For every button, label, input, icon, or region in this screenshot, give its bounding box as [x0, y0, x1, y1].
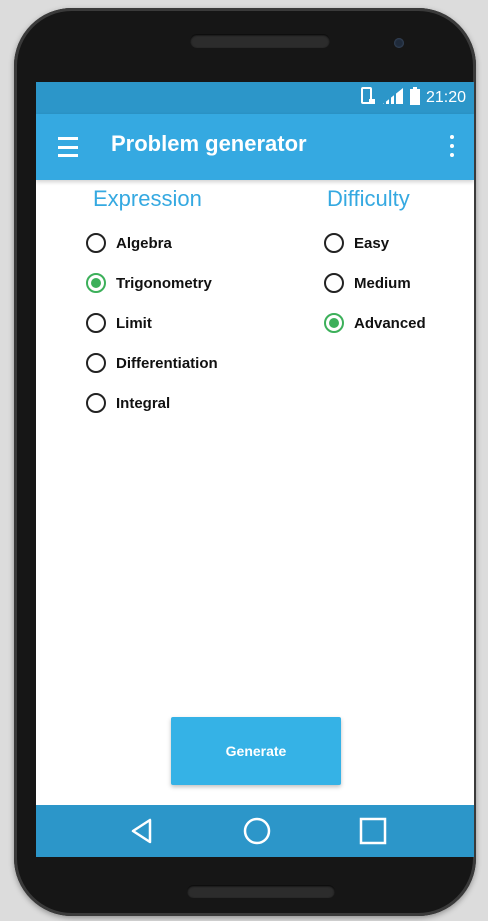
- radio-option-medium[interactable]: Medium: [324, 263, 426, 303]
- battery-icon: [409, 86, 420, 110]
- radio-option-differentiation[interactable]: Differentiation: [86, 343, 218, 383]
- recents-icon[interactable]: [358, 816, 388, 846]
- front-camera: [394, 38, 404, 48]
- radio-label: Trigonometry: [116, 274, 212, 292]
- radio-button-icon: [324, 233, 344, 253]
- expression-heading: Expression: [93, 186, 202, 211]
- radio-label: Integral: [116, 394, 171, 412]
- radio-label: Differentiation: [116, 354, 218, 372]
- status-time: 21:20: [425, 89, 466, 106]
- radio-button-icon: [86, 233, 106, 253]
- expression-radio-group: Algebra Trigonometry Limit Differentiati…: [86, 223, 218, 423]
- radio-label: Advanced: [354, 314, 426, 332]
- radio-option-algebra[interactable]: Algebra: [86, 223, 218, 263]
- difficulty-radio-group: Easy Medium Advanced: [324, 223, 426, 343]
- radio-option-limit[interactable]: Limit: [86, 303, 218, 343]
- app-title: Problem generator: [111, 131, 307, 156]
- radio-button-icon: [324, 273, 344, 293]
- radio-button-checked-icon: [86, 273, 106, 293]
- menu-icon[interactable]: [58, 135, 82, 157]
- top-speaker: [190, 34, 330, 48]
- radio-option-integral[interactable]: Integral: [86, 383, 218, 423]
- radio-option-trigonometry[interactable]: Trigonometry: [86, 263, 218, 303]
- bottom-speaker: [187, 885, 335, 898]
- signal-icon: [382, 87, 404, 110]
- radio-label: Algebra: [116, 234, 172, 252]
- status-icons: 21:20: [360, 86, 466, 110]
- radio-option-easy[interactable]: Easy: [324, 223, 426, 263]
- screen: 21:20 Problem generator Expression Diffi…: [36, 82, 474, 857]
- radio-button-icon: [86, 313, 106, 333]
- status-bar: 21:20: [36, 82, 474, 114]
- generate-button[interactable]: Generate: [171, 717, 341, 785]
- radio-label: Medium: [354, 274, 411, 292]
- back-icon[interactable]: [128, 816, 158, 846]
- navigation-bar: [36, 805, 474, 857]
- radio-option-advanced[interactable]: Advanced: [324, 303, 426, 343]
- difficulty-heading: Difficulty: [327, 186, 410, 211]
- app-bar: Problem generator: [36, 114, 474, 180]
- radio-label: Easy: [354, 234, 390, 252]
- radio-button-icon: [86, 353, 106, 373]
- radio-button-checked-icon: [324, 313, 344, 333]
- vibrate-icon: [360, 86, 376, 110]
- radio-button-icon: [86, 393, 106, 413]
- radio-label: Limit: [116, 314, 152, 332]
- overflow-menu-icon[interactable]: [448, 135, 456, 157]
- home-icon[interactable]: [242, 816, 272, 846]
